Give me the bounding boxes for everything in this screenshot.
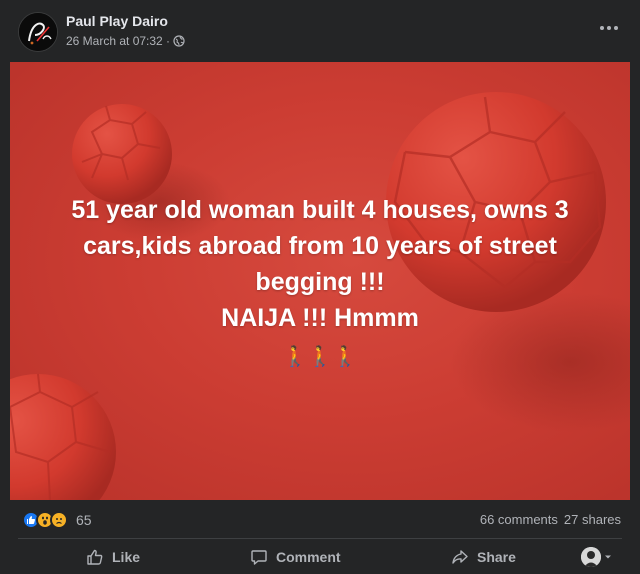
caption-line: begging !!!	[255, 268, 385, 296]
facebook-post: Paul Play Dairo 26 March at 07:32 · 51 y…	[0, 0, 640, 574]
share-label: Share	[477, 549, 516, 565]
caption-line: cars,kids abroad from 10 years of street	[83, 232, 557, 260]
caption-line: 51 year old woman built 4 houses, owns 3	[71, 196, 569, 224]
share-button[interactable]: Share	[451, 542, 516, 572]
more-options-icon[interactable]	[596, 18, 622, 38]
divider	[18, 538, 622, 539]
reaction-count[interactable]: 65	[76, 512, 92, 528]
thumbs-up-icon	[87, 549, 103, 565]
reaction-summary[interactable]: 65	[22, 511, 92, 529]
user-avatar	[581, 547, 601, 567]
post-meta: 26 March at 07:32 ·	[66, 34, 185, 48]
comments-count[interactable]: 66 comments	[480, 512, 558, 527]
like-button[interactable]: Like	[86, 542, 140, 572]
post-header: Paul Play Dairo 26 March at 07:32 ·	[0, 0, 640, 62]
image-caption: 51 year old woman built 4 houses, owns 3…	[10, 192, 630, 336]
ball-bottom-left	[10, 373, 116, 500]
comment-label: Comment	[276, 549, 341, 565]
post-timestamp[interactable]: 26 March at 07:32 ·	[66, 34, 170, 48]
like-label: Like	[112, 549, 141, 565]
chevron-down-icon	[605, 555, 611, 559]
sad-reaction-icon	[50, 511, 68, 529]
walking-person-emoji: 🚶🚶🚶	[282, 346, 358, 368]
share-icon	[452, 550, 468, 564]
post-actions: Like Comment Share	[0, 540, 640, 574]
comment-icon	[251, 550, 267, 565]
caption-line: NAIJA !!! Hmmm	[221, 304, 419, 332]
author-name[interactable]: Paul Play Dairo	[66, 13, 168, 29]
globe-icon	[173, 35, 185, 47]
post-stats: 65 66 comments 27 shares	[0, 500, 640, 538]
engagement-counts: 66 comments 27 shares	[480, 512, 621, 527]
shares-count[interactable]: 27 shares	[564, 512, 621, 527]
comment-button[interactable]: Comment	[250, 542, 341, 572]
react-as-selector[interactable]	[581, 542, 613, 572]
post-image[interactable]: 51 year old woman built 4 houses, owns 3…	[10, 62, 630, 500]
author-avatar[interactable]	[18, 12, 58, 52]
ball-top-left	[72, 104, 172, 204]
